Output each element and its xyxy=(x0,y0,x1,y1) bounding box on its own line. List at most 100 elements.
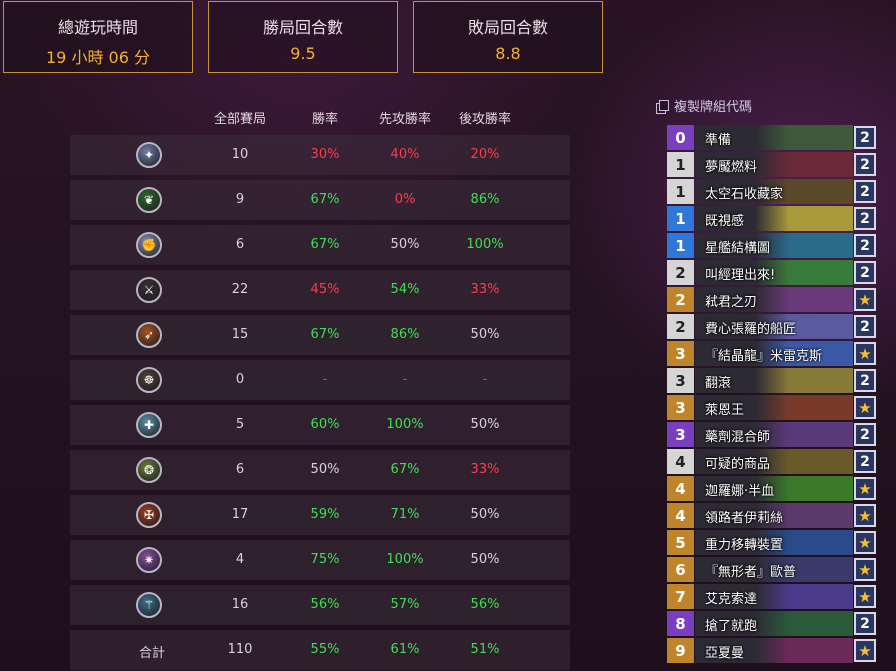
card-art xyxy=(755,368,853,393)
games-cell: 22 xyxy=(231,282,249,297)
deck-card[interactable]: 1 星艦結構圖 2 xyxy=(667,233,877,258)
copy-icon xyxy=(656,99,669,114)
deck-card[interactable]: 4 可疑的商品 2 xyxy=(667,449,877,474)
header-winrate[interactable]: 勝率 xyxy=(290,108,360,127)
table-row: ❂ 6 50% 67% 33% xyxy=(70,450,570,490)
card-body: 艾克索達 xyxy=(695,584,853,609)
winrate-cell: 67% xyxy=(310,327,340,342)
table-row: ✷ 4 75% 100% 50% xyxy=(70,540,570,580)
card-cost: 4 xyxy=(667,449,694,474)
unknown-class-icon: ☸ xyxy=(136,367,162,393)
deck-card[interactable]: 4 領路者伊莉絲 ★ xyxy=(667,503,877,528)
card-name: 費心張羅的船匠 xyxy=(705,322,797,337)
deck-card[interactable]: 1 既視感 2 xyxy=(667,206,877,231)
class-glyph: ❦ xyxy=(143,193,155,207)
games-cell: 4 xyxy=(235,552,245,567)
card-cost: 1 xyxy=(667,152,694,177)
winrate-cell: 60% xyxy=(310,417,340,432)
card-name: 『結晶龍』米雷克斯 xyxy=(705,349,823,364)
deck-card[interactable]: 2 叫經理出來! 2 xyxy=(667,260,877,285)
card-count: 2 xyxy=(854,126,876,149)
winrate-cell: 75% xyxy=(310,552,340,567)
card-name: 可疑的商品 xyxy=(705,457,771,472)
stat-label: 總遊玩時間 xyxy=(57,18,138,37)
shaman-class-icon: ❂ xyxy=(136,457,162,483)
card-name: 迦羅娜·半血 xyxy=(705,484,775,499)
card-body: 翻滾 xyxy=(695,368,853,393)
deck-card[interactable]: 9 亞夏曼 ★ xyxy=(667,638,877,663)
card-cost: 3 xyxy=(667,341,694,366)
deck-card[interactable]: 2 費心張羅的船匠 2 xyxy=(667,314,877,339)
deck-card[interactable]: 6 『無形者』歐普 ★ xyxy=(667,557,877,582)
first-winrate-cell: 100% xyxy=(386,417,424,432)
table-row: ⚔ 22 45% 54% 33% xyxy=(70,270,570,310)
card-count: 2 xyxy=(854,315,876,338)
card-body: 費心張羅的船匠 xyxy=(695,314,853,339)
first-winrate-cell: 67% xyxy=(390,462,420,477)
rogue-class-icon: ⚔ xyxy=(136,277,162,303)
stat-value: 19 小時 06 分 xyxy=(46,48,150,67)
class-glyph: ❂ xyxy=(143,463,155,477)
table-row: ⚚ 16 56% 57% 56% xyxy=(70,585,570,625)
winrate-cell: 67% xyxy=(310,192,340,207)
first-winrate-cell: 0% xyxy=(394,192,416,207)
card-name: 亞夏曼 xyxy=(705,646,745,661)
legendary-star-icon: ★ xyxy=(854,558,876,581)
card-name: 搶了就跑 xyxy=(705,619,758,634)
table-row: ✚ 5 60% 100% 50% xyxy=(70,405,570,445)
mage-class-icon: ✦ xyxy=(136,142,162,168)
winrate-cell: 45% xyxy=(310,282,340,297)
second-winrate-cell: 50% xyxy=(470,417,500,432)
deck-card[interactable]: 1 夢魘燃料 2 xyxy=(667,152,877,177)
second-winrate-cell: 56% xyxy=(470,597,500,612)
deck-card[interactable]: 5 重力移轉裝置 ★ xyxy=(667,530,877,555)
card-body: 重力移轉裝置 xyxy=(695,530,853,555)
first-winrate-cell: 50% xyxy=(390,237,420,252)
second-winrate-cell: 33% xyxy=(470,462,500,477)
class-glyph: ✊ xyxy=(141,238,157,252)
header-games[interactable]: 全部賽局 xyxy=(205,108,275,127)
deck-card[interactable]: 2 弒君之刃 ★ xyxy=(667,287,877,312)
card-body: 星艦結構圖 xyxy=(695,233,853,258)
card-count: 2 xyxy=(854,261,876,284)
class-glyph: ✷ xyxy=(143,553,155,567)
card-cost: 4 xyxy=(667,503,694,528)
class-glyph: ✚ xyxy=(143,418,155,432)
deck-card[interactable]: 8 搶了就跑 2 xyxy=(667,611,877,636)
deck-card[interactable]: 4 迦羅娜·半血 ★ xyxy=(667,476,877,501)
card-body: 搶了就跑 xyxy=(695,611,853,636)
legendary-star-icon: ★ xyxy=(854,585,876,608)
class-glyph: ☸ xyxy=(143,373,155,387)
second-winrate-cell: - xyxy=(482,372,488,387)
deck-card[interactable]: 0 準備 2 xyxy=(667,125,877,150)
warlock-class-icon: ✷ xyxy=(136,547,162,573)
second-winrate-cell: 20% xyxy=(470,147,500,162)
card-cost: 8 xyxy=(667,611,694,636)
card-name: 叫經理出來! xyxy=(705,268,776,283)
header-first-winrate[interactable]: 先攻勝率 xyxy=(370,108,440,127)
deck-card[interactable]: 3 萊恩王 ★ xyxy=(667,395,877,420)
games-cell: 10 xyxy=(231,147,249,162)
legendary-star-icon: ★ xyxy=(854,288,876,311)
total-first-winrate: 61% xyxy=(390,642,420,657)
deck-card[interactable]: 7 艾克索達 ★ xyxy=(667,584,877,609)
first-winrate-cell: - xyxy=(402,372,408,387)
card-name: 『無形者』歐普 xyxy=(705,565,797,580)
card-count: 2 xyxy=(854,369,876,392)
deck-card[interactable]: 3 『結晶龍』米雷克斯 ★ xyxy=(667,341,877,366)
deck-card[interactable]: 3 藥劑混合師 2 xyxy=(667,422,877,447)
hunter-class-icon: ➶ xyxy=(136,322,162,348)
deck-card[interactable]: 1 太空石收藏家 2 xyxy=(667,179,877,204)
first-winrate-cell: 54% xyxy=(390,282,420,297)
legendary-star-icon: ★ xyxy=(854,639,876,662)
header-second-winrate[interactable]: 後攻勝率 xyxy=(450,108,520,127)
second-winrate-cell: 50% xyxy=(470,327,500,342)
druid-class-icon: ❦ xyxy=(136,187,162,213)
card-body: 弒君之刃 xyxy=(695,287,853,312)
games-cell: 0 xyxy=(235,372,245,387)
deck-card[interactable]: 3 翻滾 2 xyxy=(667,368,877,393)
card-name: 翻滾 xyxy=(705,376,732,391)
copy-deck-code-link[interactable]: 複製牌組代碼 xyxy=(656,96,752,115)
card-name: 萊恩王 xyxy=(705,403,745,418)
winrate-cell: 67% xyxy=(310,237,340,252)
